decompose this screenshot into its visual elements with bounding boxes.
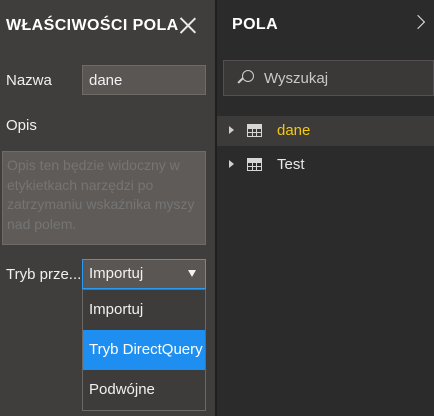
search-placeholder: Wyszukaj: [264, 70, 329, 87]
search-input[interactable]: Wyszukaj: [223, 60, 434, 96]
dropdown-option-directquery[interactable]: Tryb DirectQuery: [83, 330, 205, 370]
storage-mode-select[interactable]: Importuj: [82, 259, 206, 289]
field-properties-pane: WŁAŚCIWOŚCI POLA Nazwa Opis Tryb prze...…: [0, 0, 215, 416]
tree-item-label: Test: [277, 156, 305, 173]
fields-title: POLA: [232, 16, 279, 33]
expand-arrow-icon[interactable]: [229, 160, 234, 168]
description-field[interactable]: [2, 151, 206, 245]
expand-arrow-icon[interactable]: [229, 126, 234, 134]
close-icon[interactable]: [178, 15, 198, 35]
search-icon: [236, 69, 256, 89]
description-label: Opis: [6, 117, 37, 134]
tree-item-dane[interactable]: dane: [217, 116, 434, 146]
tree-item-test[interactable]: Test: [217, 150, 434, 180]
table-icon: [247, 124, 262, 137]
storage-mode-value: Importuj: [89, 265, 144, 282]
mode-label: Tryb prze...: [6, 266, 82, 283]
fields-pane: POLA Wyszukaj dane Test: [217, 0, 434, 416]
table-icon: [247, 158, 262, 171]
storage-mode-dropdown: Importuj Tryb DirectQuery Podwójne: [82, 289, 206, 411]
caret-down-icon: [188, 270, 196, 277]
name-input[interactable]: [82, 65, 206, 95]
name-label: Nazwa: [6, 72, 52, 89]
tree-item-label: dane: [277, 122, 311, 139]
chevron-right-icon[interactable]: [410, 14, 426, 30]
properties-title: WŁAŚCIWOŚCI POLA: [6, 17, 179, 34]
dropdown-option-import[interactable]: Importuj: [83, 290, 205, 330]
dropdown-option-dual[interactable]: Podwójne: [83, 370, 205, 410]
